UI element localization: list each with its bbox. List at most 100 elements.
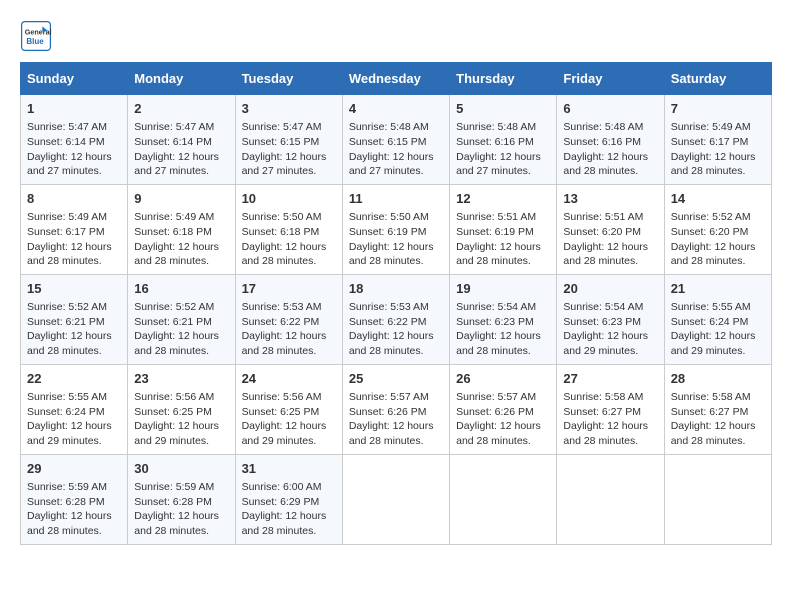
day-info: Sunrise: 5:54 AMSunset: 6:23 PMDaylight:… — [563, 300, 657, 359]
header-cell-wednesday: Wednesday — [342, 63, 449, 95]
day-info: Sunrise: 5:52 AMSunset: 6:21 PMDaylight:… — [27, 300, 121, 359]
day-cell: 1 Sunrise: 5:47 AMSunset: 6:14 PMDaylight… — [21, 95, 128, 185]
logo: General Blue — [20, 20, 56, 52]
day-number: 24 — [242, 370, 336, 388]
day-cell: 9 Sunrise: 5:49 AMSunset: 6:18 PMDaylight… — [128, 184, 235, 274]
week-row-3: 15 Sunrise: 5:52 AMSunset: 6:21 PMDayligh… — [21, 274, 772, 364]
svg-text:General: General — [25, 27, 52, 36]
day-info: Sunrise: 5:48 AMSunset: 6:16 PMDaylight:… — [563, 120, 657, 179]
day-info: Sunrise: 5:47 AMSunset: 6:15 PMDaylight:… — [242, 120, 336, 179]
day-cell: 25 Sunrise: 5:57 AMSunset: 6:26 PMDayligh… — [342, 364, 449, 454]
logo-icon: General Blue — [20, 20, 52, 52]
header-cell-tuesday: Tuesday — [235, 63, 342, 95]
day-cell: 21 Sunrise: 5:55 AMSunset: 6:24 PMDayligh… — [664, 274, 771, 364]
day-info: Sunrise: 5:56 AMSunset: 6:25 PMDaylight:… — [134, 390, 228, 449]
day-number: 11 — [349, 190, 443, 208]
header-cell-friday: Friday — [557, 63, 664, 95]
page-header: General Blue — [20, 20, 772, 52]
day-number: 12 — [456, 190, 550, 208]
day-cell: 15 Sunrise: 5:52 AMSunset: 6:21 PMDayligh… — [21, 274, 128, 364]
day-number: 4 — [349, 100, 443, 118]
day-cell: 6 Sunrise: 5:48 AMSunset: 6:16 PMDaylight… — [557, 95, 664, 185]
day-cell: 19 Sunrise: 5:54 AMSunset: 6:23 PMDayligh… — [450, 274, 557, 364]
day-number: 20 — [563, 280, 657, 298]
day-info: Sunrise: 5:48 AMSunset: 6:16 PMDaylight:… — [456, 120, 550, 179]
day-number: 23 — [134, 370, 228, 388]
day-cell: 17Sunrise: 5:53 AMSunset: 6:22 PMDayligh… — [235, 274, 342, 364]
day-info: Sunrise: 5:57 AMSunset: 6:26 PMDaylight:… — [456, 390, 550, 449]
day-number: 28 — [671, 370, 765, 388]
day-number: 18 — [349, 280, 443, 298]
day-cell: 16 Sunrise: 5:52 AMSunset: 6:21 PMDayligh… — [128, 274, 235, 364]
day-number: 8 — [27, 190, 121, 208]
day-info: Sunrise: 5:50 AMSunset: 6:18 PMDaylight:… — [242, 210, 336, 269]
day-cell: 23 Sunrise: 5:56 AMSunset: 6:25 PMDayligh… — [128, 364, 235, 454]
day-cell: 2 Sunrise: 5:47 AMSunset: 6:14 PMDaylight… — [128, 95, 235, 185]
day-number: 3 — [242, 100, 336, 118]
week-row-2: 8Sunrise: 5:49 AMSunset: 6:17 PMDaylight… — [21, 184, 772, 274]
day-cell: 27 Sunrise: 5:58 AMSunset: 6:27 PMDayligh… — [557, 364, 664, 454]
day-info: Sunrise: 5:52 AMSunset: 6:21 PMDaylight:… — [134, 300, 228, 359]
day-cell: 26 Sunrise: 5:57 AMSunset: 6:26 PMDayligh… — [450, 364, 557, 454]
day-info: Sunrise: 5:58 AMSunset: 6:27 PMDaylight:… — [563, 390, 657, 449]
day-cell: 18 Sunrise: 5:53 AMSunset: 6:22 PMDayligh… — [342, 274, 449, 364]
week-row-1: 1 Sunrise: 5:47 AMSunset: 6:14 PMDaylight… — [21, 95, 772, 185]
day-info: Sunrise: 5:53 AMSunset: 6:22 PMDaylight:… — [349, 300, 443, 359]
day-cell: 10 Sunrise: 5:50 AMSunset: 6:18 PMDayligh… — [235, 184, 342, 274]
day-info: Sunrise: 5:54 AMSunset: 6:23 PMDaylight:… — [456, 300, 550, 359]
day-number: 21 — [671, 280, 765, 298]
day-number: 6 — [563, 100, 657, 118]
day-info: Sunrise: 5:47 AMSunset: 6:14 PMDaylight:… — [27, 120, 121, 179]
day-number: 2 — [134, 100, 228, 118]
header-cell-sunday: Sunday — [21, 63, 128, 95]
day-number: 7 — [671, 100, 765, 118]
day-number: 22 — [27, 370, 121, 388]
day-cell: 30 Sunrise: 5:59 AMSunset: 6:28 PMDayligh… — [128, 454, 235, 544]
day-info: Sunrise: 5:55 AMSunset: 6:24 PMDaylight:… — [671, 300, 765, 359]
day-cell — [664, 454, 771, 544]
day-number: 25 — [349, 370, 443, 388]
day-cell: 24Sunrise: 5:56 AMSunset: 6:25 PMDayligh… — [235, 364, 342, 454]
day-cell: 8Sunrise: 5:49 AMSunset: 6:17 PMDaylight… — [21, 184, 128, 274]
day-number: 1 — [27, 100, 121, 118]
day-info: Sunrise: 5:59 AMSunset: 6:28 PMDaylight:… — [134, 480, 228, 539]
day-cell: 13 Sunrise: 5:51 AMSunset: 6:20 PMDayligh… — [557, 184, 664, 274]
day-number: 30 — [134, 460, 228, 478]
day-info: Sunrise: 5:47 AMSunset: 6:14 PMDaylight:… — [134, 120, 228, 179]
day-info: Sunrise: 5:57 AMSunset: 6:26 PMDaylight:… — [349, 390, 443, 449]
calendar-table: SundayMondayTuesdayWednesdayThursdayFrid… — [20, 62, 772, 545]
day-cell: 7Sunrise: 5:49 AMSunset: 6:17 PMDaylight… — [664, 95, 771, 185]
day-cell: 12 Sunrise: 5:51 AMSunset: 6:19 PMDayligh… — [450, 184, 557, 274]
day-number: 19 — [456, 280, 550, 298]
day-info: Sunrise: 5:59 AMSunset: 6:28 PMDaylight:… — [27, 480, 121, 539]
day-number: 16 — [134, 280, 228, 298]
header-cell-monday: Monday — [128, 63, 235, 95]
day-cell: 28 Sunrise: 5:58 AMSunset: 6:27 PMDayligh… — [664, 364, 771, 454]
day-number: 27 — [563, 370, 657, 388]
day-cell: 20 Sunrise: 5:54 AMSunset: 6:23 PMDayligh… — [557, 274, 664, 364]
day-info: Sunrise: 5:48 AMSunset: 6:15 PMDaylight:… — [349, 120, 443, 179]
day-cell: 29Sunrise: 5:59 AMSunset: 6:28 PMDayligh… — [21, 454, 128, 544]
day-cell — [342, 454, 449, 544]
day-number: 15 — [27, 280, 121, 298]
day-cell — [557, 454, 664, 544]
day-number: 26 — [456, 370, 550, 388]
day-info: Sunrise: 5:53 AMSunset: 6:22 PMDaylight:… — [242, 300, 336, 359]
day-number: 5 — [456, 100, 550, 118]
day-number: 31 — [242, 460, 336, 478]
day-number: 10 — [242, 190, 336, 208]
day-info: Sunrise: 5:49 AMSunset: 6:18 PMDaylight:… — [134, 210, 228, 269]
day-number: 13 — [563, 190, 657, 208]
day-info: Sunrise: 5:51 AMSunset: 6:20 PMDaylight:… — [563, 210, 657, 269]
day-info: Sunrise: 5:50 AMSunset: 6:19 PMDaylight:… — [349, 210, 443, 269]
day-number: 9 — [134, 190, 228, 208]
header-row: SundayMondayTuesdayWednesdayThursdayFrid… — [21, 63, 772, 95]
day-info: Sunrise: 6:00 AMSunset: 6:29 PMDaylight:… — [242, 480, 336, 539]
day-info: Sunrise: 5:58 AMSunset: 6:27 PMDaylight:… — [671, 390, 765, 449]
day-info: Sunrise: 5:51 AMSunset: 6:19 PMDaylight:… — [456, 210, 550, 269]
day-cell: 11 Sunrise: 5:50 AMSunset: 6:19 PMDayligh… — [342, 184, 449, 274]
day-cell — [450, 454, 557, 544]
week-row-4: 22Sunrise: 5:55 AMSunset: 6:24 PMDayligh… — [21, 364, 772, 454]
header-cell-saturday: Saturday — [664, 63, 771, 95]
header-cell-thursday: Thursday — [450, 63, 557, 95]
